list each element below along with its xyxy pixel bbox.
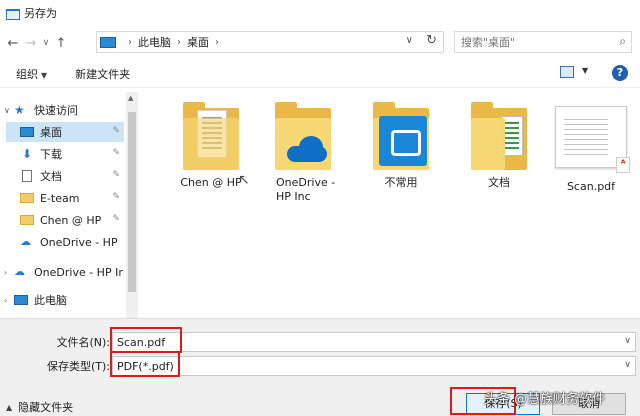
mouse-cursor-icon: ↖ — [238, 172, 250, 188]
pin-icon[interactable]: ✎ — [112, 170, 120, 180]
pc-icon — [14, 295, 28, 305]
filetype-select[interactable]: PDF(*.pdf) ∨ — [112, 356, 636, 376]
nav-item-downloads[interactable]: ⬇ 下载 ✎ — [6, 144, 124, 164]
collapse-chevron-icon[interactable]: ∨ — [4, 106, 14, 115]
pin-icon[interactable]: ✎ — [112, 192, 120, 202]
recent-locations-chevron-icon[interactable]: ∨ — [40, 33, 52, 53]
watermark: 头条 @慧族财务软件 — [484, 392, 606, 407]
document-icon — [22, 170, 32, 182]
filename-dropdown-icon[interactable]: ∨ — [624, 336, 631, 346]
filetype-highlight-box — [110, 351, 180, 377]
filetype-row: 保存类型(T): PDF(*.pdf) ∨ — [0, 355, 640, 377]
pc-icon — [100, 36, 116, 48]
back-arrow-icon[interactable]: ← — [4, 33, 22, 53]
window-title: 另存为 — [24, 7, 57, 20]
help-icon[interactable]: ? — [612, 65, 628, 81]
desktop-icon — [20, 127, 34, 137]
breadcrumb-chevron-icon[interactable]: › — [128, 37, 132, 48]
filename-highlight-box — [110, 327, 182, 353]
breadcrumb-desktop[interactable]: 桌面 — [187, 34, 209, 50]
pdf-thumbnail: ᴬ — [555, 106, 630, 173]
nav-scrollbar[interactable]: ▲ — [126, 92, 138, 318]
file-item-documents[interactable]: 文档 — [454, 102, 544, 190]
navigation-pane: ∨ ★ 快速访问 桌面 ✎ ⬇ 下载 ✎ 文档 ✎ E-team ✎ Chen … — [0, 92, 140, 318]
command-bar: 组织 ▼ 新建文件夹 ▼ ? — [0, 60, 640, 88]
nav-item-onedrive-hp[interactable]: ☁ OneDrive - HP — [6, 232, 124, 252]
address-row: ← → ∨ ↑ › 此电脑 › 桌面 › ∨ ↻ ⌕ — [0, 28, 640, 58]
nav-item-e-team[interactable]: E-team ✎ — [6, 188, 124, 208]
title-bar: 另存为 — [0, 0, 640, 26]
view-dropdown-icon[interactable]: ▼ — [582, 66, 588, 75]
breadcrumb-chevron-icon[interactable]: › — [177, 37, 181, 48]
download-icon: ⬇ — [21, 147, 33, 161]
expand-chevron-icon[interactable]: › — [4, 268, 14, 277]
breadcrumb-this-pc[interactable]: 此电脑 — [138, 34, 171, 50]
new-folder-button[interactable]: 新建文件夹 — [75, 66, 130, 82]
nav-scrollbar-thumb[interactable] — [128, 112, 136, 292]
file-name: OneDrive - HP Inc — [276, 176, 336, 203]
refresh-icon[interactable]: ↻ — [426, 33, 437, 48]
filename-field[interactable]: ∨ — [112, 332, 636, 352]
view-options-icon[interactable] — [560, 66, 574, 78]
hide-folders-toggle[interactable]: ▲ 隐藏文件夹 — [6, 399, 73, 415]
breadcrumb-chevron-icon[interactable]: › — [215, 37, 219, 48]
filename-input[interactable] — [117, 335, 597, 349]
expand-chevron-icon[interactable]: › — [4, 296, 14, 305]
filename-row: 文件名(N): ∨ — [0, 331, 640, 353]
address-bar[interactable]: › 此电脑 › 桌面 › ∨ ↻ — [96, 31, 444, 53]
folder-icon — [183, 102, 239, 172]
file-name: Scan.pdf — [566, 180, 616, 193]
documents-folder-icon — [471, 102, 527, 172]
file-item-onedrive-hp-inc[interactable]: OneDrive - HP Inc — [258, 102, 348, 204]
pin-icon[interactable]: ✎ — [112, 126, 120, 136]
search-box[interactable]: ⌕ — [454, 31, 632, 53]
onedrive-icon: ☁ — [20, 235, 31, 248]
pin-icon[interactable]: ✎ — [112, 148, 120, 158]
up-arrow-icon[interactable]: ↑ — [52, 33, 70, 53]
search-input[interactable] — [461, 35, 611, 49]
file-name: 文档 — [488, 176, 510, 189]
collapse-up-icon: ▲ — [6, 402, 13, 412]
filename-label: 文件名(N): — [56, 336, 110, 349]
folder-icon — [20, 215, 34, 225]
onedrive-icon: ☁ — [14, 265, 25, 278]
file-item-scan-pdf[interactable]: ᴬ Scan.pdf — [546, 106, 636, 194]
nav-item-this-pc[interactable]: › 此电脑 — [0, 290, 124, 310]
filetype-label: 保存类型(T): — [46, 360, 110, 373]
organize-menu[interactable]: 组织 ▼ — [16, 66, 47, 82]
file-item-rarely-used[interactable]: 不常用 — [356, 102, 446, 190]
onedrive-folder-icon — [275, 102, 331, 172]
search-icon: ⌕ — [619, 34, 626, 48]
save-dialog-icon — [6, 7, 20, 20]
address-dropdown-icon[interactable]: ∨ — [406, 35, 413, 46]
pin-icon[interactable]: ✎ — [112, 214, 120, 224]
nav-item-documents[interactable]: 文档 ✎ — [6, 166, 124, 186]
nav-item-quick-access[interactable]: ∨ ★ 快速访问 — [0, 100, 124, 120]
filetype-dropdown-icon[interactable]: ∨ — [624, 360, 631, 370]
nav-item-onedrive-hp-inc[interactable]: › ☁ OneDrive - HP Ir — [0, 262, 124, 282]
pdf-icon: ᴬ — [616, 157, 630, 173]
scroll-up-icon[interactable]: ▲ — [128, 94, 133, 102]
nav-item-desktop[interactable]: 桌面 ✎ — [6, 122, 124, 142]
file-list: Chen @ HP OneDrive - HP Inc 不常用 文档 ᴬ Sca… — [140, 92, 640, 318]
folder-icon — [20, 193, 34, 203]
star-icon: ★ — [14, 103, 25, 117]
file-name: 不常用 — [384, 176, 418, 189]
app-folder-icon — [373, 102, 429, 172]
nav-item-chen-hp[interactable]: Chen @ HP ✎ — [6, 210, 124, 230]
organize-caret-icon: ▼ — [41, 70, 48, 80]
forward-arrow-icon[interactable]: → — [22, 33, 40, 53]
